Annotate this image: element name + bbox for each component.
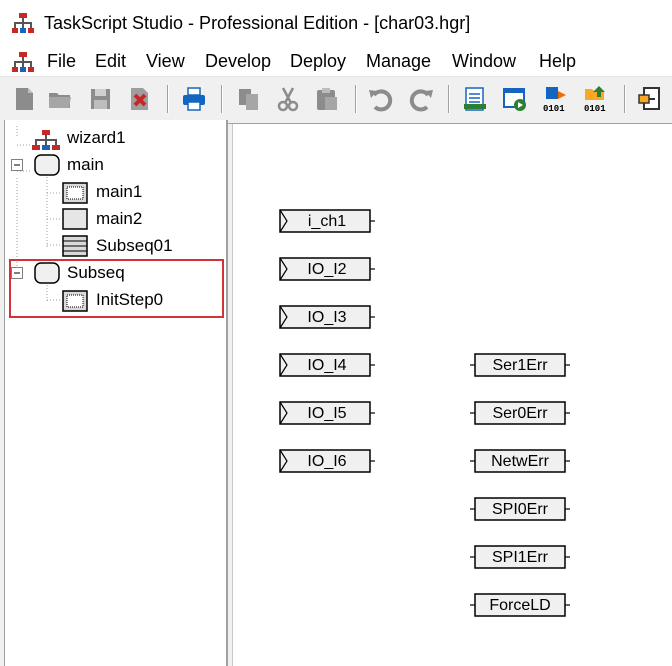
open-folder-icon[interactable]	[46, 85, 74, 113]
output-block-label: Ser1Err	[492, 357, 548, 374]
selection-highlight	[9, 259, 224, 318]
task-node-icon	[34, 154, 60, 176]
title-bar: TaskScript Studio - Professional Edition…	[0, 0, 672, 46]
cut-icon[interactable]	[274, 85, 302, 113]
toolbar-separator	[221, 85, 223, 113]
input-block[interactable]: IO_I3	[279, 305, 375, 329]
run-icon[interactable]	[501, 85, 529, 113]
output-block[interactable]: ForceLD	[470, 593, 570, 617]
menu-deploy[interactable]: Deploy	[290, 50, 346, 72]
copy-icon[interactable]	[235, 85, 263, 113]
undo-icon[interactable]	[366, 85, 394, 113]
input-block-label: IO_I5	[307, 405, 346, 422]
output-block[interactable]: Ser0Err	[470, 401, 570, 425]
input-block-label: IO_I2	[307, 261, 346, 278]
tree-item-main2[interactable]: main2	[96, 208, 142, 230]
input-block-label: IO_I3	[307, 309, 346, 326]
print-icon[interactable]	[180, 85, 208, 113]
output-block[interactable]: SPI0Err	[470, 497, 570, 521]
toolbar-separator	[167, 85, 169, 113]
svg-text:0101: 0101	[543, 104, 565, 113]
input-block[interactable]: IO_I5	[279, 401, 375, 425]
toolbar-separator	[448, 85, 450, 113]
tree-item-main1[interactable]: main1	[96, 181, 142, 203]
output-block-label: SPI0Err	[492, 501, 549, 518]
step-icon	[62, 182, 88, 204]
input-block-label: i_ch1	[308, 213, 346, 230]
menu-help[interactable]: Help	[539, 50, 576, 72]
new-file-icon[interactable]	[10, 85, 38, 113]
menu-edit[interactable]: Edit	[95, 50, 126, 72]
redo-icon[interactable]	[408, 85, 436, 113]
input-block[interactable]: i_ch1	[279, 209, 375, 233]
output-block[interactable]: Ser1Err	[470, 353, 570, 377]
diagram-canvas: i_ch1 IO_I2 IO_I3 IO_I4 IO_I5 IO_I6 Ser1Err Ser…	[279, 209, 570, 617]
close-file-icon[interactable]	[126, 85, 154, 113]
save-icon[interactable]	[86, 85, 114, 113]
menu-bar: File Edit View Develop Deploy Manage Win…	[0, 46, 672, 76]
wizard-network-icon	[32, 130, 60, 150]
exit-icon[interactable]	[636, 85, 664, 113]
subsequence-icon	[62, 235, 88, 257]
menu-develop[interactable]: Develop	[205, 50, 271, 72]
output-block-label: NetwErr	[491, 453, 549, 470]
window-title: TaskScript Studio - Professional Edition…	[44, 13, 471, 33]
output-block-label: SPI1Err	[492, 549, 549, 566]
collapse-icon[interactable]	[11, 159, 23, 171]
toolbar: 0101 0101	[0, 76, 672, 121]
toolbar-separator	[624, 85, 626, 113]
tree-item-subseq01[interactable]: Subseq01	[96, 235, 173, 257]
input-block[interactable]: IO_I6	[279, 449, 375, 473]
output-block-label: Ser0Err	[492, 405, 548, 422]
download-binary-icon[interactable]: 0101	[541, 85, 569, 113]
output-block[interactable]: NetwErr	[470, 449, 570, 473]
menu-manage[interactable]: Manage	[366, 50, 431, 72]
upload-binary-icon[interactable]: 0101	[582, 85, 610, 113]
output-block[interactable]: SPI1Err	[470, 545, 570, 569]
input-block-label: IO_I6	[307, 453, 346, 470]
document-network-icon[interactable]	[12, 51, 34, 73]
properties-icon[interactable]	[461, 85, 489, 113]
paste-icon[interactable]	[313, 85, 341, 113]
input-block-label: IO_I4	[307, 357, 346, 374]
input-block[interactable]: IO_I4	[279, 353, 375, 377]
app-network-icon	[12, 13, 34, 33]
menu-file[interactable]: File	[47, 50, 76, 72]
menu-window[interactable]: Window	[452, 50, 516, 72]
svg-text:0101: 0101	[584, 104, 606, 113]
input-block[interactable]: IO_I2	[279, 257, 375, 281]
tree-item-main[interactable]: main	[67, 154, 104, 176]
toolbar-separator	[355, 85, 357, 113]
menu-view[interactable]: View	[146, 50, 185, 72]
tree-item-wizard1[interactable]: wizard1	[67, 127, 126, 149]
output-block-label: ForceLD	[489, 597, 550, 614]
step-icon	[62, 208, 88, 230]
